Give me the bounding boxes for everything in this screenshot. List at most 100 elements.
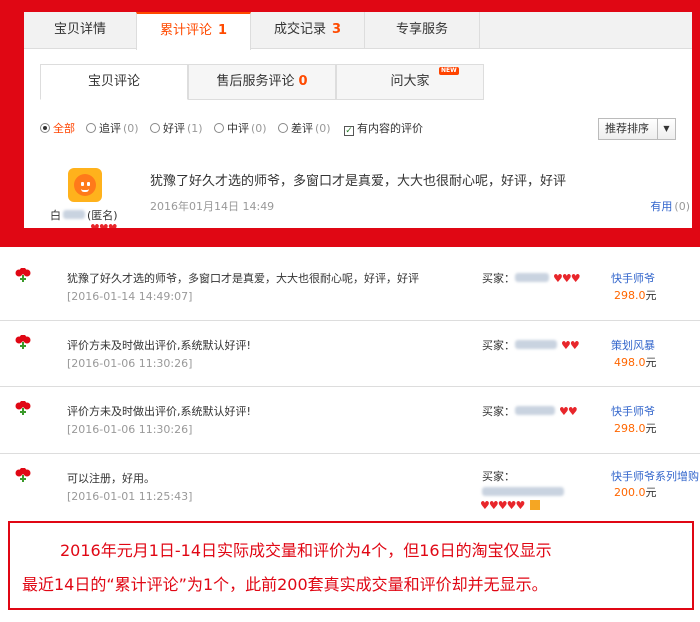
buyer-label: 买家： xyxy=(482,339,515,352)
reviewer-name: 白 (匿名) xyxy=(50,207,118,223)
price-value: 298.0 xyxy=(614,422,646,435)
filter-all[interactable]: 全部 xyxy=(40,120,75,136)
flower-icon xyxy=(15,468,31,482)
record-comment: 可以注册，好用。 xyxy=(67,472,155,485)
tab-exclusive-services[interactable]: 专享服务 xyxy=(365,12,480,49)
tab-label: 累计评论 xyxy=(159,23,212,38)
record-buyer-detail xyxy=(482,485,564,499)
record-date: [2016-01-14 14:49:07] xyxy=(67,290,193,303)
tab-label: 问大家 xyxy=(390,74,430,89)
record-date: [2016-01-06 11:30:26] xyxy=(67,357,193,370)
filter-label: 全部 xyxy=(53,122,75,135)
record-row: 可以注册，好用。 [2016-01-01 11:25:43] 买家： ♥♥♥♥♥… xyxy=(0,454,700,521)
tab-label: 成交记录 xyxy=(273,22,326,37)
tab-item-details[interactable]: 宝贝详情 xyxy=(24,12,137,49)
avatar-eye xyxy=(81,182,84,186)
price-unit: 元 xyxy=(645,289,657,302)
tab-ask-everyone[interactable]: 问大家 NEW xyxy=(336,64,484,100)
filter-label: 差评 xyxy=(291,122,313,135)
screenshot-frame: 宝贝详情 累计评论 1 成交记录 3 专享服务 宝贝评论 售后服务评论 0 问大家 N… xyxy=(0,0,700,247)
credit-hearts-icon: ♥♥ xyxy=(559,405,578,418)
filter-count: (0) xyxy=(251,122,267,135)
record-item-link[interactable]: 快手师爷 xyxy=(611,403,655,419)
radio-button[interactable] xyxy=(150,123,160,133)
filter-count: (0) xyxy=(315,122,331,135)
record-buyer: 买家： ♥♥♥ xyxy=(482,270,581,286)
tab-count: 0 xyxy=(298,74,308,89)
tab-count: 3 xyxy=(331,22,342,37)
review-text: 犹豫了好久才选的师爷，多窗口才是真爱，大大也很耐心呢，好评，好评 xyxy=(150,174,567,189)
tab-label: 售后服务评论 xyxy=(216,74,295,89)
review-date: 2016年01月14日 14:49 xyxy=(150,200,275,213)
useful-count: (0) xyxy=(674,200,690,213)
filter-with-content[interactable]: ✓ 有内容的评价 xyxy=(344,120,423,136)
useful-label: 有用 xyxy=(650,200,673,213)
tab-reviews[interactable]: 累计评论 1 xyxy=(136,12,251,50)
price-unit: 元 xyxy=(645,422,657,435)
filter-positive[interactable]: 好评 (1) xyxy=(150,120,203,136)
record-item-link[interactable]: 策划风暴 xyxy=(611,337,655,353)
buyer-label: 买家： xyxy=(482,272,515,285)
tab-after-sales-reviews[interactable]: 售后服务评论 0 xyxy=(188,64,336,100)
price-value: 498.0 xyxy=(614,356,646,369)
avatar xyxy=(68,168,102,202)
record-item-link[interactable]: 快手师爷 xyxy=(611,270,655,286)
filter-label: 有内容的评价 xyxy=(357,122,423,135)
radio-button[interactable] xyxy=(86,123,96,133)
buyer-label: 买家： xyxy=(482,470,515,483)
record-buyer: 买家： ♥♥ xyxy=(482,337,580,353)
filter-negative[interactable]: 差评 (0) xyxy=(278,120,331,136)
filter-follow-up[interactable]: 追评 (0) xyxy=(86,120,139,136)
price-value: 200.0 xyxy=(614,486,646,499)
sort-dropdown[interactable]: 推荐排序 ▼ xyxy=(598,118,676,140)
filter-label: 好评 xyxy=(163,122,185,135)
price-value: 298.0 xyxy=(614,289,646,302)
radio-button[interactable] xyxy=(40,123,50,133)
credit-hearts-icon: ♥♥♥ xyxy=(553,272,581,285)
reviewer-initial: 白 xyxy=(50,209,61,222)
record-price: 298.0元 xyxy=(614,287,657,303)
useful-button[interactable]: 有用 (0) xyxy=(650,198,690,214)
credit-hearts-icon: ♥♥♥ xyxy=(90,222,118,228)
tab-count: 1 xyxy=(217,23,228,38)
sort-label: 推荐排序 xyxy=(605,122,649,135)
blurred-buyer-name xyxy=(515,273,549,282)
review-filter-bar: 全部 追评 (0) 好评 (1) 中评 (0) 差评 (0) ✓ 有内容的评价 推荐排序 … xyxy=(40,118,676,140)
record-comment: 评价方未及时做出评价,系统默认好评! xyxy=(67,339,251,352)
note-line-1: 2016年元月1日-14日实际成交量和评价为4个，但16日的淘宝仅显示 xyxy=(60,541,552,560)
radio-button[interactable] xyxy=(214,123,224,133)
blurred-buyer-name xyxy=(515,406,555,415)
record-comment: 犹豫了好久才选的师爷，多窗口才是真爱，大大也很耐心呢，好评，好评 xyxy=(67,272,419,285)
buyer-label: 买家： xyxy=(482,405,515,418)
flower-icon xyxy=(15,268,31,282)
record-price: 200.0元 xyxy=(614,484,657,500)
radio-button[interactable] xyxy=(278,123,288,133)
reviewer-anonymous: (匿名) xyxy=(87,209,118,222)
price-unit: 元 xyxy=(645,356,657,369)
record-buyer: 买家： ♥♥ xyxy=(482,403,578,419)
tab-label: 宝贝详情 xyxy=(53,22,106,37)
record-row: 评价方未及时做出评价,系统默认好评! [2016-01-06 11:30:26]… xyxy=(0,387,700,454)
filter-count: (0) xyxy=(123,122,139,135)
filter-label: 追评 xyxy=(99,122,121,135)
filter-neutral[interactable]: 中评 (0) xyxy=(214,120,267,136)
record-price: 298.0元 xyxy=(614,420,657,436)
blurred-name xyxy=(63,210,85,219)
blurred-buyer-name xyxy=(515,340,557,349)
tab-item-reviews[interactable]: 宝贝评论 xyxy=(40,64,188,100)
review-item: 白 (匿名) ♥♥♥ 犹豫了好久才选的师爷，多窗口才是真爱，大大也很耐心呢，好评，… xyxy=(40,158,690,228)
filter-count: (1) xyxy=(187,122,203,135)
review-panel: 宝贝详情 累计评论 1 成交记录 3 专享服务 宝贝评论 售后服务评论 0 问大家 N… xyxy=(24,12,692,228)
chevron-down-icon[interactable]: ▼ xyxy=(657,119,675,139)
tab-label: 宝贝评论 xyxy=(87,74,140,89)
checkbox[interactable]: ✓ xyxy=(344,126,354,136)
tab-label: 专享服务 xyxy=(395,22,448,37)
sub-tab-bar: 宝贝评论 售后服务评论 0 问大家 NEW xyxy=(40,64,484,100)
record-item-link[interactable]: 快手师爷系列增购 xyxy=(611,468,699,484)
record-row: 犹豫了好久才选的师爷，多窗口才是真爱，大大也很耐心呢，好评，好评 [2016-0… xyxy=(0,254,700,321)
note-line-2: 最近14日的“累计评论”为1个，此前200套真实成交量和评价却并无显示。 xyxy=(22,575,548,594)
flower-icon xyxy=(15,401,31,415)
tab-transactions[interactable]: 成交记录 3 xyxy=(251,12,365,49)
new-badge: NEW xyxy=(439,67,459,75)
main-tab-bar: 宝贝详情 累计评论 1 成交记录 3 专享服务 xyxy=(24,12,692,50)
